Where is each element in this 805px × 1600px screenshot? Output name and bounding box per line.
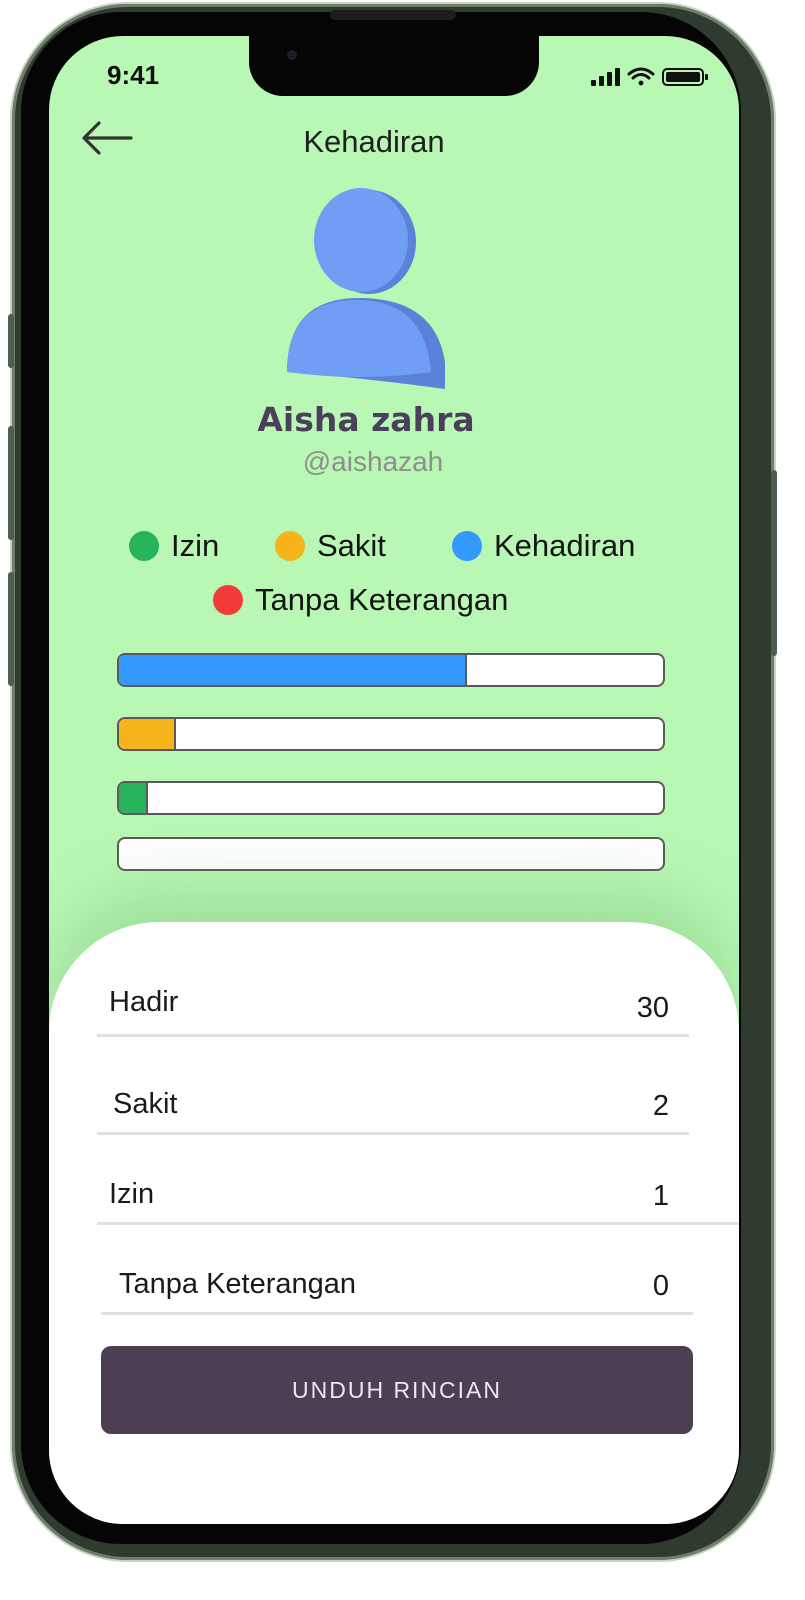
status-icons [591,67,713,87]
page-title: Kehadiran [303,124,445,159]
cellular-signal-icon [591,68,620,86]
download-details-button[interactable]: UNDUH RINCIAN [101,1346,693,1434]
legend-label: Tanpa Keterangan [255,582,509,617]
legend-dot [452,531,482,561]
summary-label: Tanpa Keterangan [119,1268,357,1300]
mute-switch [8,314,14,368]
battery-icon [662,68,708,86]
progress-bar-tanpa-keterangan [117,837,665,871]
notch [249,36,539,96]
user-icon [287,188,445,389]
summary-label: Izin [109,1178,155,1210]
divider [97,1132,689,1135]
power-button [771,470,777,656]
legend-dot [275,531,305,561]
wifi-icon [627,67,655,86]
volume-down-button [8,572,14,686]
legend-item-tanpa-keterangan: Tanpa Keterangan [213,582,508,618]
speaker-grille [330,10,456,20]
divider [97,1222,739,1225]
legend-label: Kehadiran [494,528,636,563]
app-screen: 9:41 Kehadiran Aisha zahra @aishazah Izi… [49,36,739,1524]
progress-fill [119,719,177,749]
profile-name: Aisha zahra [257,400,475,439]
summary-value: 30 [636,992,669,1024]
profile-handle: @aishazah [302,446,444,477]
volume-up-button [8,426,14,540]
progress-bar-izin [117,781,665,815]
status-time: 9:41 [107,60,160,90]
legend-label: Sakit [317,528,386,563]
summary-value: 2 [652,1090,669,1122]
progress-bar-kehadiran [117,653,665,687]
summary-value: 0 [652,1270,669,1302]
legend-item-izin: Izin [129,528,219,564]
summary-label: Sakit [113,1088,178,1120]
legend-dot [213,585,243,615]
legend-item-sakit: Sakit [275,528,386,564]
divider [97,1034,689,1037]
progress-bar-sakit [117,717,665,751]
legend-dot [129,531,159,561]
camera-icon [287,50,297,60]
legend-label: Izin [171,528,220,563]
avatar [285,186,455,392]
summary-value: 1 [652,1180,669,1212]
progress-fill [119,783,148,813]
summary-label: Hadir [109,986,179,1018]
divider [101,1312,693,1315]
legend-item-kehadiran: Kehadiran [452,528,635,564]
progress-fill [119,655,468,685]
